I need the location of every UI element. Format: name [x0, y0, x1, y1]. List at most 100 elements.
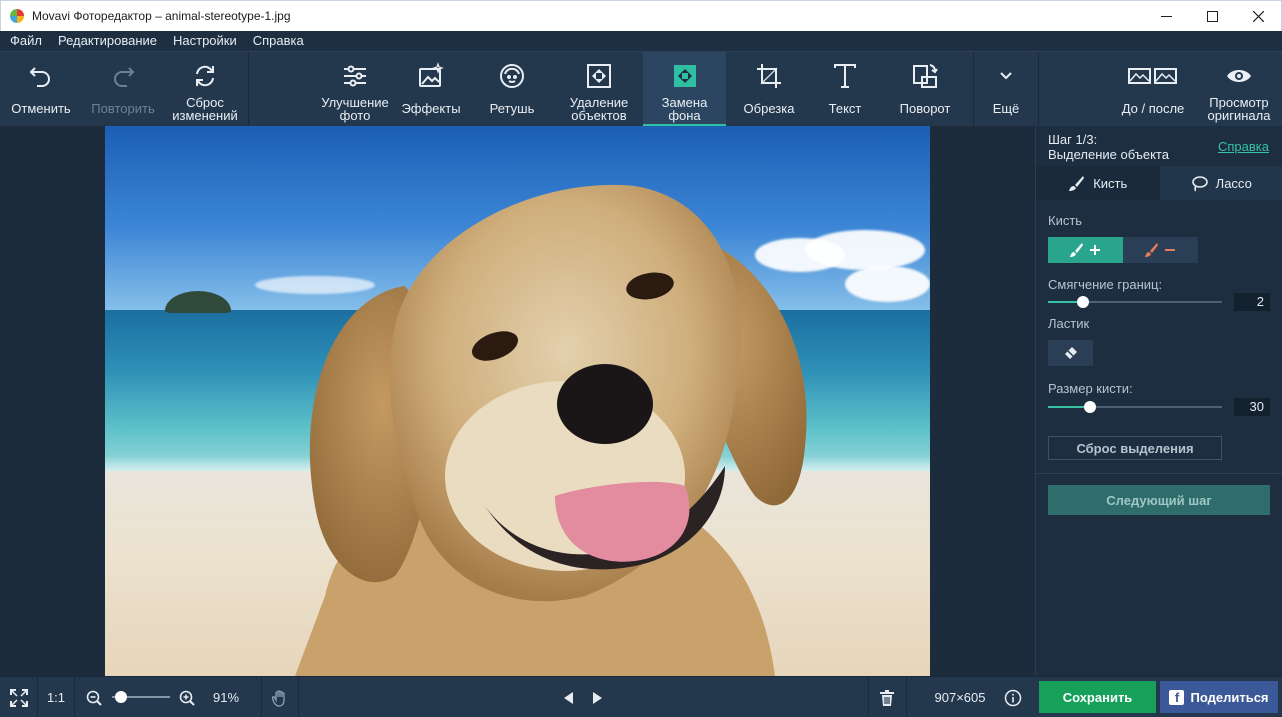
facebook-icon: f — [1169, 689, 1185, 705]
tab-lasso[interactable]: Лассо — [1160, 166, 1282, 200]
minimize-button[interactable] — [1143, 1, 1189, 31]
brush-add-button[interactable] — [1048, 237, 1123, 263]
status-divider — [906, 677, 907, 717]
status-divider — [74, 677, 75, 717]
refresh-icon — [196, 65, 214, 87]
arrow-left-icon — [564, 691, 573, 704]
next-image-button[interactable] — [588, 677, 608, 717]
replace-background-label: Замена фона — [661, 95, 708, 123]
effects-icon — [419, 62, 444, 87]
view-original-button[interactable]: Просмотр оригинала — [1200, 52, 1278, 127]
reset-selection-button[interactable]: Сброс выделения — [1048, 436, 1222, 460]
brush-size-label: Размер кисти: — [1048, 381, 1133, 396]
text-icon — [834, 64, 856, 88]
menu-file[interactable]: Файл — [2, 31, 50, 51]
hand-icon — [271, 689, 285, 707]
tab-brush[interactable]: Кисть — [1036, 166, 1160, 200]
panel-divider — [1036, 473, 1282, 474]
toolbar-divider — [1038, 52, 1039, 127]
rotate-button[interactable]: Поворот — [890, 52, 960, 127]
menu-help[interactable]: Справка — [245, 31, 312, 51]
feather-slider-handle[interactable] — [1076, 296, 1089, 308]
menu-bar: Файл Редактирование Настройки Справка — [0, 31, 1282, 51]
help-link[interactable]: Справка — [1218, 139, 1269, 154]
step-title: Выделение объекта — [1048, 147, 1169, 162]
actual-size-button[interactable]: 1:1 — [38, 677, 74, 717]
remove-objects-label: Удаление объектов — [569, 95, 629, 123]
delete-button[interactable] — [872, 677, 902, 717]
window-title: Movavi Фоторедактор – animal-stereotype-… — [32, 9, 291, 23]
previous-image-button[interactable] — [558, 677, 578, 717]
brush-size-slider-handle[interactable] — [1083, 401, 1096, 413]
trash-icon — [880, 689, 894, 706]
photo-cloud — [845, 266, 930, 302]
next-step-button[interactable]: Следующий шаг — [1048, 485, 1270, 515]
eraser-button[interactable] — [1048, 340, 1093, 366]
brush-size-slider[interactable] — [1048, 401, 1222, 413]
canvas-area[interactable] — [0, 126, 1035, 676]
menu-edit[interactable]: Редактирование — [50, 31, 165, 51]
brush-size-value-field[interactable]: 30 — [1234, 398, 1270, 416]
share-label: Поделиться — [1190, 689, 1269, 705]
retouch-button[interactable]: Ретушь — [477, 52, 547, 127]
brush-subtract-button[interactable] — [1123, 237, 1198, 263]
before-after-label: До / после — [1121, 101, 1185, 116]
brush-plus-icon — [1069, 243, 1100, 257]
replace-background-button[interactable]: Замена фона — [643, 52, 726, 127]
chevron-down-icon — [1000, 72, 1012, 80]
zoom-slider[interactable] — [112, 691, 170, 703]
status-divider — [868, 677, 869, 717]
reset-changes-label: Сброс изменений — [172, 95, 238, 123]
sliders-icon — [344, 65, 366, 87]
info-button[interactable] — [1002, 677, 1024, 717]
hand-tool-button[interactable] — [262, 677, 298, 717]
tab-brush-label: Кисть — [1093, 175, 1128, 191]
menu-settings[interactable]: Настройки — [165, 31, 245, 51]
brush-mode-toggle — [1048, 237, 1198, 263]
reset-changes-button[interactable]: Сброс изменений — [164, 52, 246, 127]
image-dimensions: 907×605 — [934, 690, 986, 705]
text-button[interactable]: Текст — [812, 52, 878, 127]
enhance-photo-button[interactable]: Улучшение фото — [314, 52, 396, 127]
rotate-label: Поворот — [899, 101, 951, 116]
feather-label: Смягчение границ: — [1048, 277, 1163, 292]
close-icon — [1252, 10, 1264, 22]
share-button[interactable]: f Поделиться — [1160, 681, 1278, 713]
undo-icon — [29, 67, 50, 87]
brush-icon — [1069, 175, 1085, 191]
minimize-icon — [1160, 15, 1172, 17]
selection-tool-tabs: Кисть Лассо — [1036, 166, 1282, 200]
feather-slider[interactable] — [1048, 296, 1222, 308]
before-after-button[interactable]: До / после — [1110, 52, 1196, 127]
zoom-in-button[interactable] — [177, 677, 197, 717]
crop-icon — [757, 64, 781, 88]
effects-button[interactable]: Эффекты — [396, 52, 466, 127]
remove-objects-button[interactable]: Удаление объектов — [558, 52, 640, 127]
enhance-photo-label: Улучшение фото — [321, 95, 389, 123]
title-bar: Movavi Фоторедактор – animal-stereotype-… — [0, 0, 1282, 31]
face-retouch-icon — [500, 64, 524, 88]
eraser-icon — [1064, 347, 1077, 359]
zoom-in-icon — [179, 690, 195, 706]
photo-canvas[interactable] — [105, 126, 930, 676]
tab-lasso-label: Лассо — [1215, 175, 1252, 191]
save-button[interactable]: Сохранить — [1039, 681, 1156, 713]
feather-value-field[interactable]: 2 — [1234, 293, 1270, 311]
fit-screen-button[interactable] — [0, 677, 37, 717]
retouch-label: Ретушь — [489, 101, 535, 116]
step-indicator: Шаг 1/3: Выделение объекта — [1048, 132, 1169, 162]
redo-button[interactable]: Повторить — [82, 52, 164, 127]
more-button[interactable]: Ещё — [974, 52, 1038, 127]
replace-background-icon — [673, 65, 696, 87]
zoom-out-button[interactable] — [84, 677, 104, 717]
maximize-button[interactable] — [1189, 1, 1235, 31]
undo-button[interactable]: Отменить — [0, 52, 82, 127]
zoom-slider-handle[interactable] — [114, 691, 127, 703]
close-button[interactable] — [1235, 1, 1281, 31]
arrow-right-icon — [593, 691, 602, 704]
zoom-percent: 91% — [212, 690, 240, 705]
crop-button[interactable]: Обрезка — [730, 52, 808, 127]
brush-section-label: Кисть — [1048, 213, 1083, 228]
effects-label: Эффекты — [401, 101, 461, 116]
brush-minus-icon — [1144, 243, 1175, 257]
